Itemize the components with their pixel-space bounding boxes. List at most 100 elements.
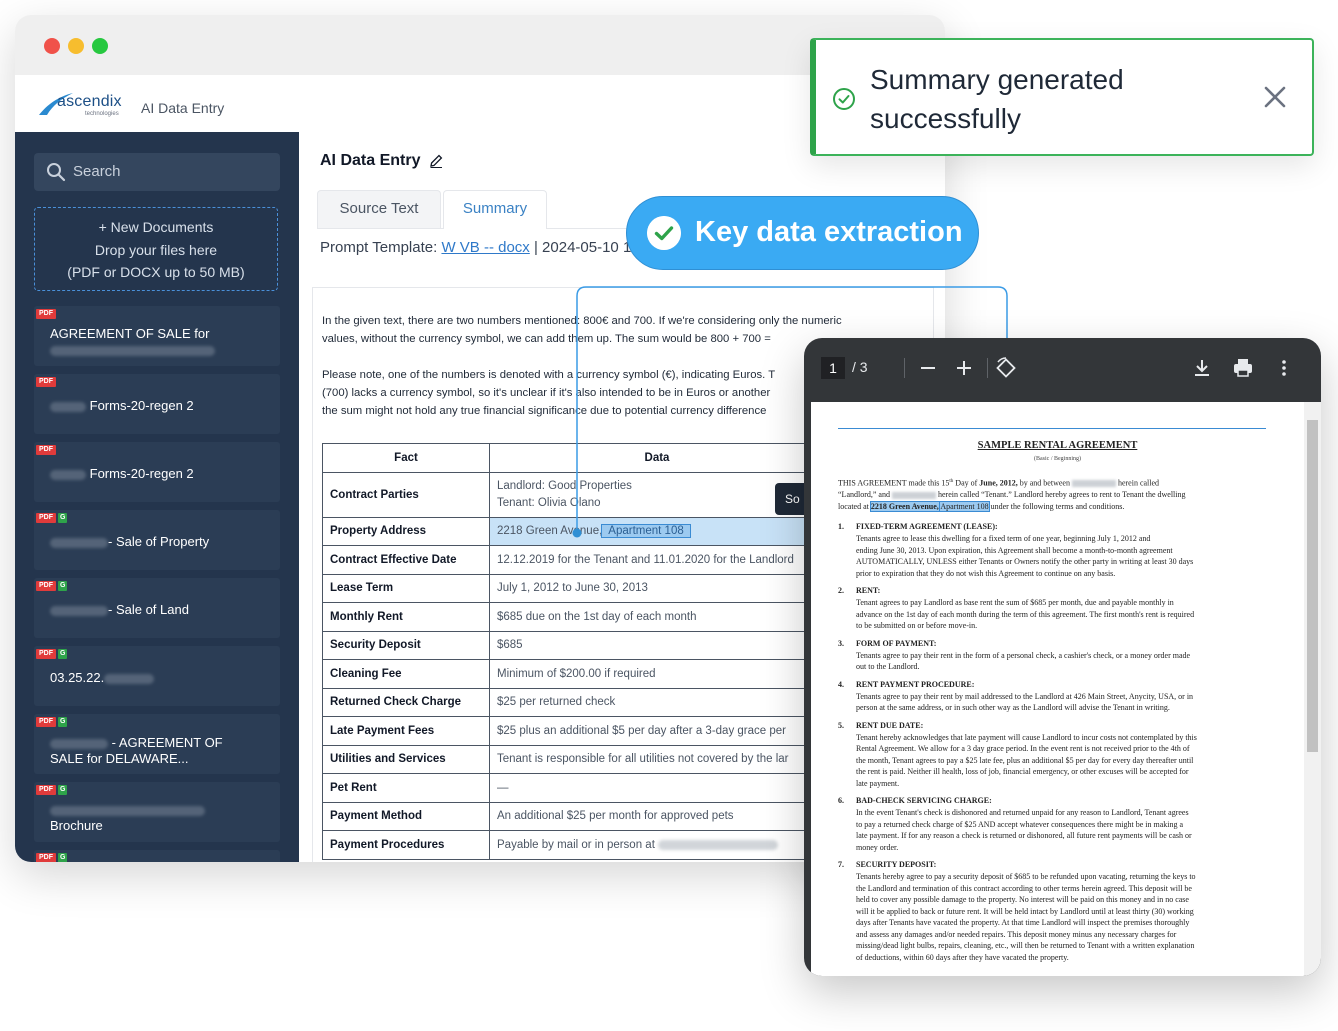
pdf-badge: PDF [36,309,56,319]
print-icon[interactable] [1232,356,1254,380]
more-options-icon[interactable] [1274,356,1294,380]
app-header: ascendix technologies AI Data Entry [15,75,945,132]
section-body: Tenants agree to pay their rent in the f… [856,650,1191,672]
toolbar-divider [987,358,988,378]
document-item[interactable]: PDF G - Sale of Land [34,578,280,638]
document-title: Brochure [50,802,270,834]
document-item[interactable]: PDF AGREEMENT OF SALE for [34,306,280,366]
document-title: - Sale of Land [50,602,270,618]
pdf-highlight-address[interactable]: 2218 Green Avenue, [869,500,940,512]
logo-text: ascendix [57,93,122,110]
g-badge: G [58,649,68,659]
table-row: Payment Method An additional $25 per mon… [322,801,825,831]
pdf-scrollbar[interactable] [1304,402,1321,976]
table-row: Payment Procedures Payable by mail or in… [322,830,825,860]
pdf-badge: PDF [36,377,56,387]
g-badge: G [58,717,68,727]
download-icon[interactable] [1192,356,1212,380]
scrollbar-thumb[interactable] [1307,420,1318,752]
file-type-badges: PDF G [36,649,68,659]
document-item[interactable]: PDF Forms-20-regen 2 [34,374,280,434]
table-row: Cleaning Fee Minimum of $200.00 if requi… [322,659,825,689]
zoom-in-icon[interactable] [954,356,974,380]
pdf-badge: PDF [36,513,56,523]
sidebar: Search + New Documents Drop your files h… [15,132,299,862]
table-row: Lease Term July 1, 2012 to June 30, 2013 [322,573,825,603]
section-body: Tenant hereby acknowledges that late pay… [856,732,1197,788]
fact-cell: Returned Check Charge [322,687,490,717]
window-titlebar [15,15,945,75]
section-heading: RENT PAYMENT PROCEDURE: [856,679,975,689]
pdf-highlight-apartment[interactable]: Apartment 108 [939,500,990,512]
section-heading: RENT DUE DATE: [856,720,924,730]
tab-summary[interactable]: Summary [443,190,547,229]
section-number: 3. [838,638,844,648]
data-cell: — [489,773,825,803]
section-heading: FIXED-TERM AGREEMENT (LEASE): [856,522,998,531]
dropzone-new-documents: + New Documents [98,219,214,235]
file-type-badges: PDF G [36,581,68,591]
document-item[interactable]: PDF G - Sale of Property [34,510,280,570]
maximize-window-button[interactable] [92,38,108,54]
page-rule [838,428,1266,429]
fact-cell: Pet Rent [322,773,490,803]
fact-cell: Late Payment Fees [322,716,490,746]
document-title: - AGREEMENT OF SALE for DELAWARE... [50,735,223,766]
page-total: / 3 [852,359,868,375]
zoom-out-icon[interactable] [918,356,938,380]
document-item[interactable]: PDF G 03.25.22. [34,646,280,706]
document-item[interactable]: PDF G - AGREEMENT OF SALE for DELAWARE... [34,714,280,774]
tab-source-text[interactable]: Source Text [317,190,441,228]
dropzone-limits: (PDF or DOCX up to 50 MB) [67,264,245,280]
data-cell: 12.12.2019 for the Tenant and 11.01.2020… [489,545,825,575]
file-dropzone[interactable]: + New Documents Drop your files here (PD… [34,207,278,291]
file-type-badges: PDF G [36,513,68,523]
column-header-data: Data [489,443,825,473]
pdf-toolbar: 1 / 3 [804,338,1321,402]
table-row: Pet Rent — [322,773,825,803]
table-row: Monthly Rent $685 due on the 1st day of … [322,602,825,632]
document-item[interactable]: PDF Forms-20-regen 2 [34,442,280,502]
pdf-badge: PDF [36,581,56,591]
fact-cell: Cleaning Fee [322,659,490,689]
file-type-badges: PDF G [36,717,68,727]
search-icon [47,163,66,182]
close-icon[interactable] [1262,84,1288,110]
close-window-button[interactable] [44,38,60,54]
file-type-badges: PDF G [36,785,68,795]
document-item[interactable]: PDF G [34,850,280,862]
data-cell: $25 plus an additional $5 per day after … [489,716,825,746]
prompt-template-link[interactable]: W VB -- docx [441,239,529,256]
pdf-badge: PDF [36,649,56,659]
table-row: Contract Parties Landlord: Good Properti… [322,471,825,518]
document-title: SAMPLE RENTAL AGREEMENT [977,440,1138,451]
toast-message: Summary generated successfully [870,64,1124,134]
g-badge: G [58,513,68,523]
data-cell-highlighted[interactable]: 2218 Green Avenue, Apartment 108 [489,516,825,546]
minimize-window-button[interactable] [68,38,84,54]
document-item[interactable]: PDF G Brochure [34,782,280,842]
section-heading: FORM OF PAYMENT: [856,638,937,648]
pdf-page: SAMPLE RENTAL AGREEMENT (Basic / Beginni… [811,402,1304,976]
section-body: In the event Tenant's check is dishonore… [856,808,1192,852]
fact-cell: Utilities and Services [322,744,490,774]
g-badge: G [58,581,68,591]
fact-cell: Lease Term [322,573,490,603]
data-cell: $685 due on the 1st day of each month [489,602,825,632]
success-check-icon [833,88,855,110]
page-number-input[interactable]: 1 [821,357,845,379]
fact-cell: Property Address [322,516,490,546]
callout-text: Key data extraction [695,216,963,248]
section-number: 2. [838,586,844,595]
g-badge: G [58,853,68,862]
search-placeholder: Search [73,163,121,180]
pdf-viewer: 1 / 3 SAMPLE RENTAL AGREEMENT (Basic / B… [804,338,1321,976]
ascendix-logo[interactable]: ascendix technologies [37,89,137,121]
search-input[interactable]: Search [34,153,280,191]
rotate-icon[interactable] [994,356,1018,380]
data-cell: $25 per returned check [489,687,825,717]
section-heading: SECURITY DEPOSIT: [856,860,937,869]
highlighted-extract[interactable]: Apartment 108 [601,524,691,539]
pdf-badge: PDF [36,445,56,455]
edit-pencil-icon[interactable] [428,153,444,169]
